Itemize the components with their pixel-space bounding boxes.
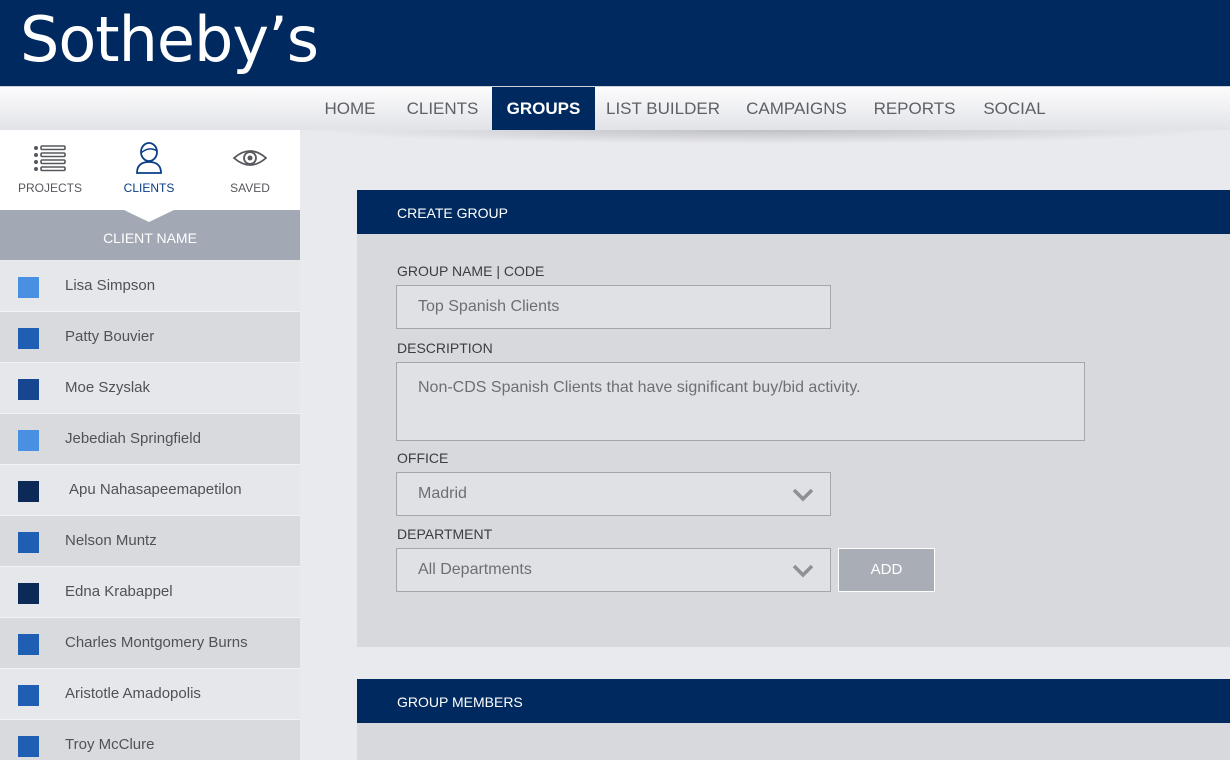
description-label: DESCRIPTION (397, 340, 493, 356)
client-color-swatch (18, 736, 39, 757)
client-name: Patty Bouvier (65, 328, 155, 345)
description-field[interactable]: Non-CDS Spanish Clients that have signif… (396, 362, 1085, 441)
nav-reports[interactable]: REPORTS (862, 87, 967, 130)
tab-saved[interactable]: SAVED (200, 130, 300, 210)
client-color-swatch (18, 532, 39, 553)
client-name: Edna Krabappel (65, 583, 173, 600)
client-name: Charles Montgomery Burns (65, 634, 248, 651)
client-row[interactable]: Jebediah Springfield (0, 414, 300, 465)
client-name: Lisa Simpson (65, 277, 156, 294)
client-name: Jebediah Springfield (65, 430, 201, 447)
client-row[interactable]: Lisa Simpson (0, 261, 300, 312)
client-color-swatch (18, 481, 39, 502)
client-list: Lisa Simpson Patty Bouvier Moe Szyslak J… (0, 261, 300, 760)
client-color-swatch (18, 685, 39, 706)
client-name: Troy McClure (65, 736, 155, 753)
client-row[interactable]: Troy McClure (0, 720, 300, 760)
client-row[interactable]: Nelson Muntz (0, 516, 300, 567)
nav-groups[interactable]: GROUPS (492, 87, 595, 130)
nav-shadow (300, 130, 1230, 144)
group-members-panel: GROUP MEMBERS (357, 679, 1230, 760)
tab-saved-label: SAVED (230, 181, 270, 195)
client-name: Nelson Muntz (65, 532, 157, 549)
office-label: OFFICE (397, 450, 449, 466)
client-color-swatch (18, 583, 39, 604)
client-row[interactable]: Apu Nahasapeemapetilon (0, 465, 300, 516)
chevron-down-icon (792, 488, 814, 502)
client-color-swatch (18, 634, 39, 655)
client-name: Aristotle Amadopolis (65, 685, 201, 702)
tab-clients[interactable]: CLIENTS (99, 130, 199, 210)
active-tab-pointer (124, 210, 174, 222)
chevron-down-icon (792, 564, 814, 578)
sidebar-tabs: PROJECTS CLIENTS SAVED (0, 130, 300, 210)
office-select[interactable]: Madrid (396, 472, 831, 516)
nav-home[interactable]: HOME (308, 87, 392, 130)
client-row[interactable]: Aristotle Amadopolis (0, 669, 300, 720)
main-nav: HOME CLIENTS GROUPS LIST BUILDER CAMPAIG… (0, 86, 1230, 130)
create-group-panel: CREATE GROUP GROUP NAME | CODE Top Spani… (357, 190, 1230, 647)
tab-projects[interactable]: PROJECTS (0, 130, 100, 210)
group-members-title: GROUP MEMBERS (357, 679, 1230, 723)
tab-clients-label: CLIENTS (123, 181, 175, 195)
nav-list-builder[interactable]: LIST BUILDER (595, 87, 731, 130)
group-name-field[interactable]: Top Spanish Clients (396, 285, 831, 329)
department-label: DEPARTMENT (397, 526, 493, 542)
user-icon (136, 142, 162, 174)
create-group-title: CREATE GROUP (357, 190, 1230, 234)
client-color-swatch (18, 328, 39, 349)
nav-social[interactable]: SOCIAL (967, 87, 1062, 130)
nav-clients[interactable]: CLIENTS (393, 87, 492, 130)
client-row[interactable]: Moe Szyslak (0, 363, 300, 414)
client-color-swatch (18, 379, 39, 400)
office-selected-value: Madrid (418, 485, 467, 502)
eye-icon (233, 150, 267, 166)
client-row[interactable]: Patty Bouvier (0, 312, 300, 363)
client-color-swatch (18, 277, 39, 298)
list-icon (34, 145, 66, 172)
tab-projects-label: PROJECTS (17, 181, 82, 195)
add-button[interactable]: ADD (838, 548, 935, 592)
client-name: Moe Szyslak (65, 379, 151, 396)
sothebys-logo[interactable]: Sotheby’s (20, 4, 319, 76)
department-select[interactable]: All Departments (396, 548, 831, 592)
brand-header: Sotheby’s (0, 0, 1230, 86)
client-color-swatch (18, 430, 39, 451)
department-selected-value: All Departments (418, 561, 532, 578)
client-name: Apu Nahasapeemapetilon (69, 481, 242, 498)
group-name-label: GROUP NAME | CODE (397, 263, 545, 279)
client-row[interactable]: Edna Krabappel (0, 567, 300, 618)
nav-campaigns[interactable]: CAMPAIGNS (731, 87, 862, 130)
client-row[interactable]: Charles Montgomery Burns (0, 618, 300, 669)
